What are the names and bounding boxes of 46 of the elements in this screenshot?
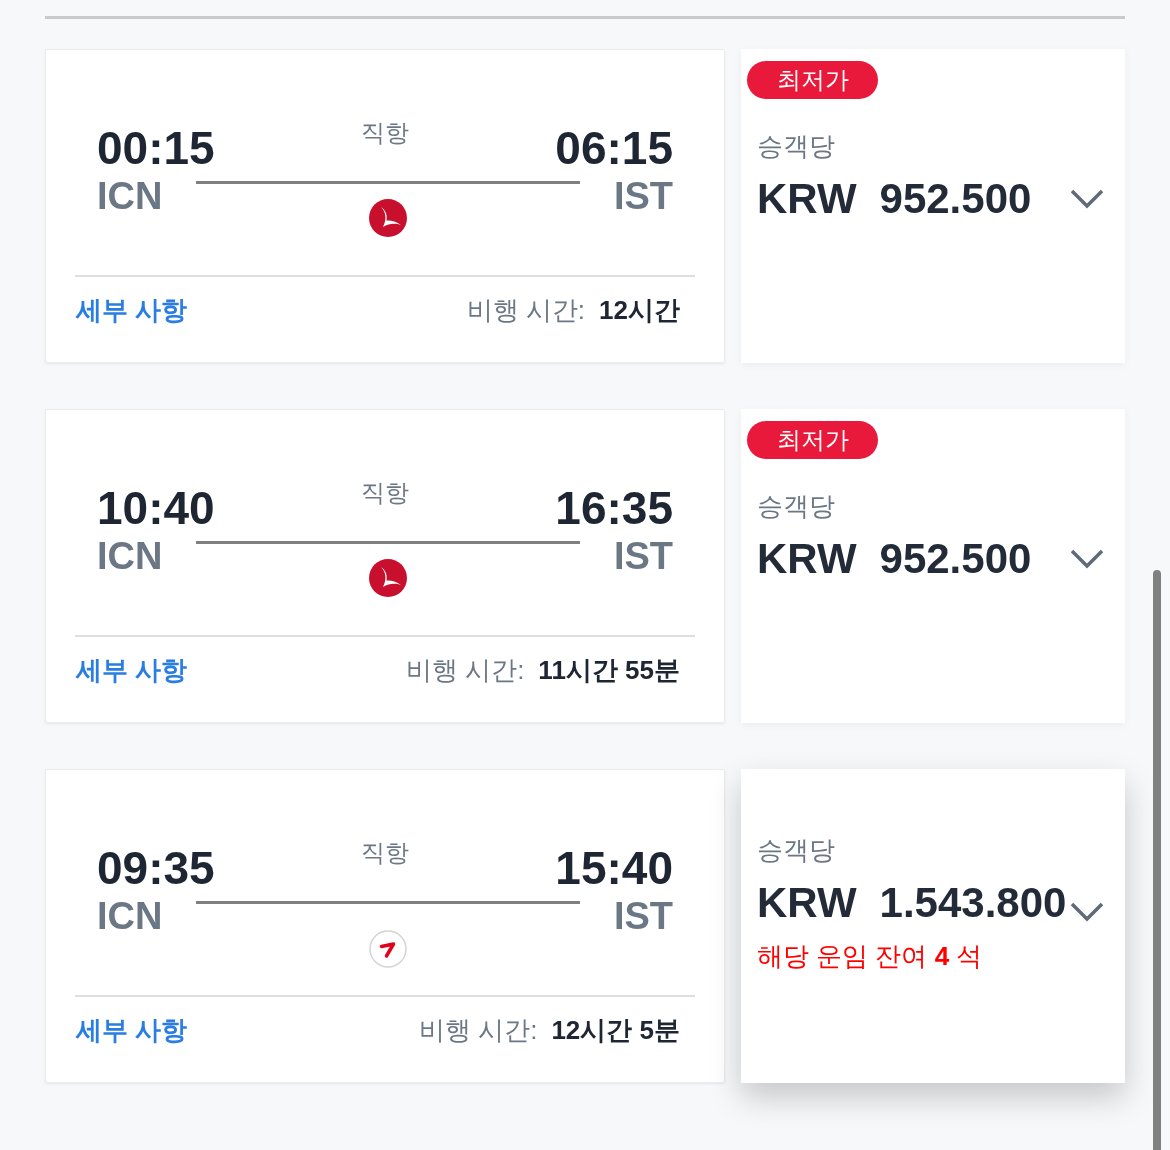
arrival-airport: IST (613, 177, 673, 215)
duration-label: 비행 시간: (405, 657, 525, 683)
seats-left-text: 해당 운임 잔여 4 석 (757, 943, 983, 969)
chevron-down-icon[interactable] (1070, 189, 1104, 209)
duration-value: 11시간 55분 (538, 657, 680, 683)
fare-amount: 1.543.800 (879, 882, 1067, 924)
fare-amount: 952.500 (879, 538, 1032, 580)
arrival-time: 15:40 (555, 845, 673, 891)
per-passenger-label: 승객당 (757, 837, 835, 863)
duration-value: 12시간 (599, 297, 680, 323)
lowest-price-badge: 최저가 (747, 421, 878, 459)
airline-logo-icon (369, 559, 408, 597)
lowest-price-badge: 최저가 (747, 61, 878, 99)
departure-airport: ICN (97, 897, 163, 935)
arrival-time: 16:35 (555, 485, 673, 531)
arrival-airport: IST (613, 897, 673, 935)
details-link[interactable]: 세부 사항 (76, 657, 188, 683)
airline-logo-icon (369, 199, 408, 237)
departure-airport: ICN (97, 537, 163, 575)
details-link[interactable]: 세부 사항 (76, 297, 188, 323)
nonstop-label: 직항 (361, 841, 409, 865)
duration-label: 비행 시간: (466, 297, 586, 323)
duration-label: 비행 시간: (418, 1017, 538, 1043)
arrival-time: 06:15 (555, 125, 673, 171)
fare-amount: 952.500 (879, 178, 1032, 220)
nonstop-label: 직항 (361, 121, 409, 145)
per-passenger-label: 승객당 (757, 133, 835, 159)
per-passenger-label: 승객당 (757, 493, 835, 519)
chevron-down-icon[interactable] (1070, 549, 1104, 569)
chevron-down-icon[interactable] (1070, 902, 1104, 922)
details-link[interactable]: 세부 사항 (76, 1017, 188, 1043)
currency-code: KRW (757, 538, 857, 580)
fare-card[interactable]: 최저가 승객당 KRW 952.500 (741, 409, 1125, 723)
departure-time: 10:40 (97, 485, 215, 531)
airline-logo-icon (369, 930, 408, 968)
currency-code: KRW (757, 178, 857, 220)
departure-time: 09:35 (97, 845, 215, 891)
scrollbar[interactable] (1153, 570, 1161, 1150)
fare-card[interactable]: 승객당 KRW 1.543.800 해당 운임 잔여 4 석 (741, 769, 1125, 1083)
arrival-airport: IST (613, 537, 673, 575)
departure-time: 00:15 (97, 125, 215, 171)
currency-code: KRW (757, 882, 857, 924)
nonstop-label: 직항 (361, 481, 409, 505)
departure-airport: ICN (97, 177, 163, 215)
duration-value: 12시간 5분 (551, 1017, 680, 1043)
fare-card[interactable]: 최저가 승객당 KRW 952.500 (741, 49, 1125, 363)
